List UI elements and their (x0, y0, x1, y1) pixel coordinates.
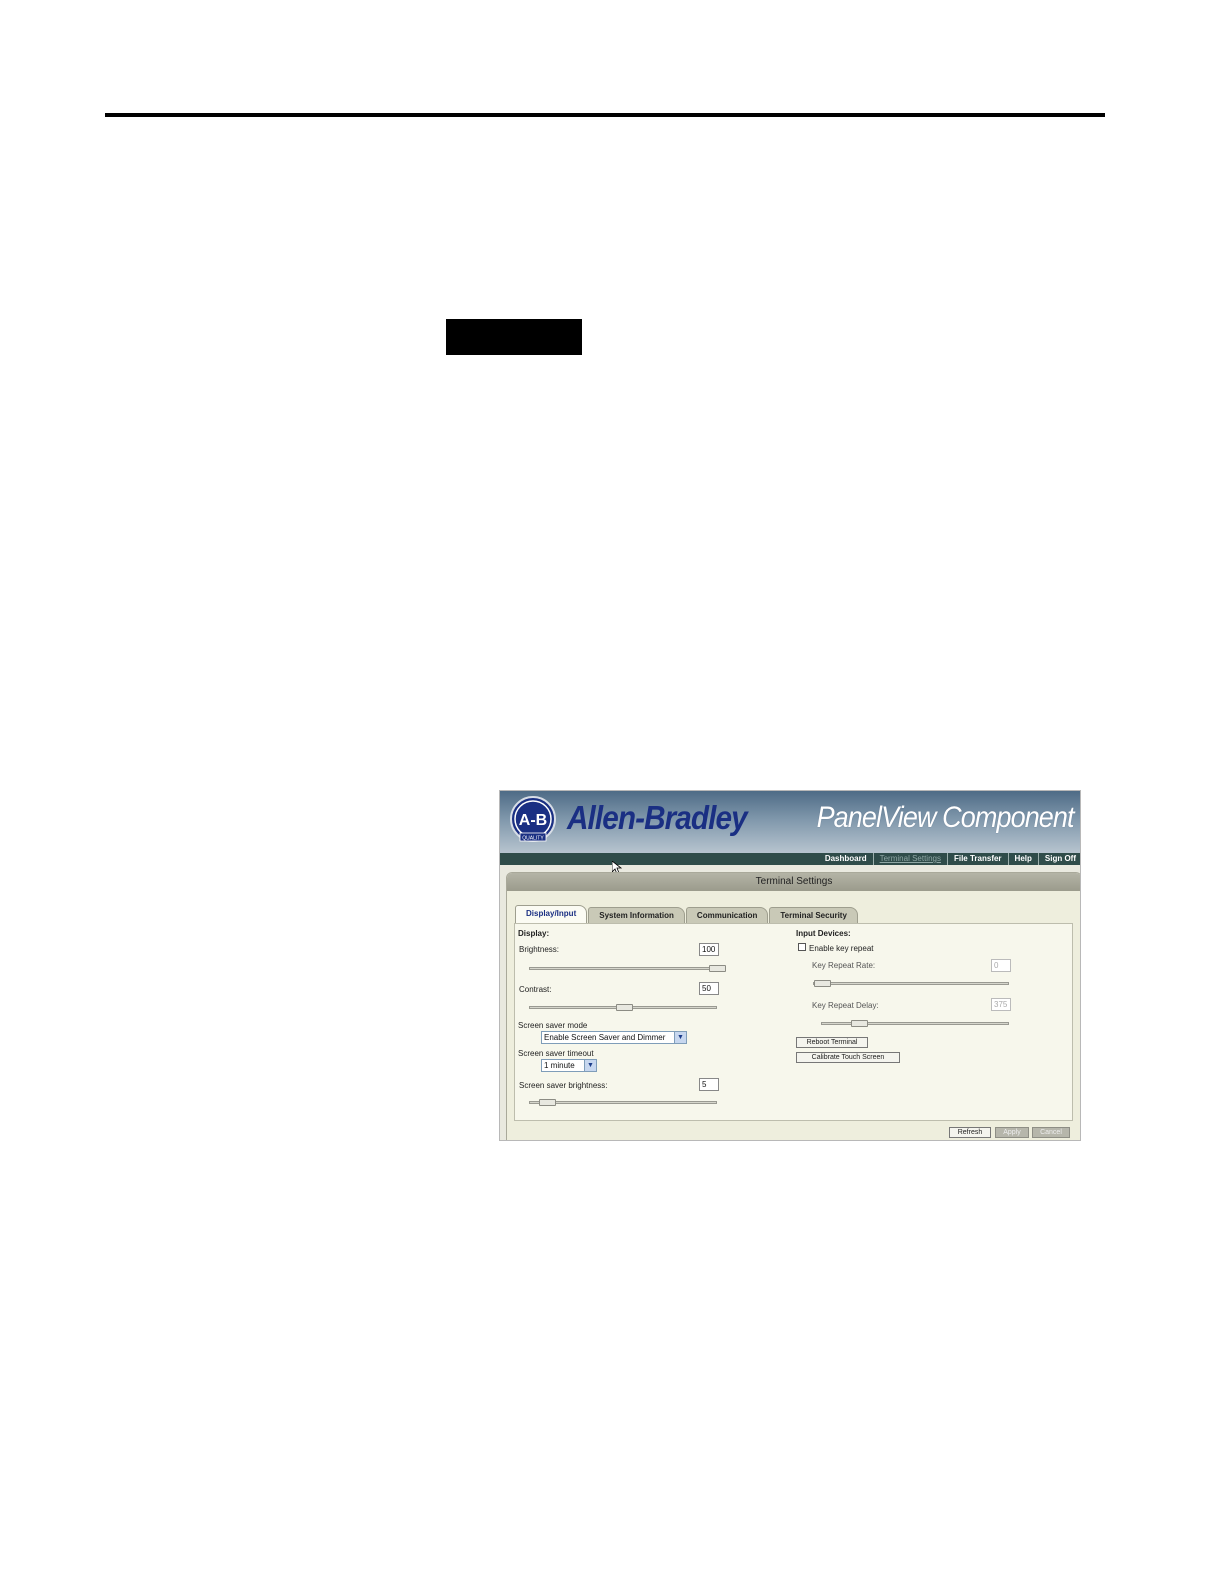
key-repeat-rate-input[interactable]: 0 (991, 959, 1011, 972)
brightness-slider-thumb[interactable] (709, 965, 726, 972)
contrast-slider[interactable] (529, 1004, 717, 1011)
brightness-label: Brightness: (519, 945, 560, 954)
key-repeat-rate-slider[interactable] (813, 980, 1009, 987)
key-repeat-rate-slider-thumb[interactable] (814, 980, 831, 987)
nav-bar: Dashboard Terminal Settings File Transfer H… (500, 853, 1080, 865)
key-repeat-delay-slider[interactable] (821, 1020, 1009, 1027)
screen-saver-brightness-label: Screen saver brightness: (519, 1081, 608, 1090)
key-repeat-delay-slider-thumb[interactable] (851, 1020, 868, 1027)
key-repeat-delay-input[interactable]: 375 (991, 998, 1011, 1011)
tab-content-display-input: Display: Brightness: 100 Contrast: 50 Sc… (514, 923, 1073, 1121)
screen-saver-brightness-slider-thumb[interactable] (539, 1099, 556, 1106)
apply-button[interactable]: Apply (995, 1127, 1029, 1138)
chevron-down-icon[interactable]: ▼ (674, 1032, 686, 1043)
contrast-slider-thumb[interactable] (616, 1004, 633, 1011)
calibrate-touch-screen-button[interactable]: Calibrate Touch Screen (796, 1052, 900, 1063)
key-repeat-delay-label: Key Repeat Delay: (812, 1001, 879, 1010)
display-section-label: Display: (518, 929, 550, 938)
nav-link-help[interactable]: Help (1007, 853, 1038, 865)
brand-name: Allen-Bradley (567, 799, 748, 836)
nav-links: Dashboard Terminal Settings File Transfer H… (819, 853, 1080, 865)
screen-saver-mode-value: Enable Screen Saver and Dimmer (544, 1033, 666, 1042)
nav-link-dashboard[interactable]: Dashboard (819, 853, 873, 865)
screen-saver-brightness-slider[interactable] (529, 1099, 717, 1106)
enable-key-repeat-label: Enable key repeat (809, 944, 874, 953)
product-name: PanelView Component (816, 801, 1075, 834)
screen-saver-timeout-value: 1 minute (544, 1061, 575, 1070)
terminal-settings-panel: Terminal Settings Display/Input System In… (506, 872, 1080, 1140)
panel-title: Terminal Settings (507, 873, 1080, 891)
key-repeat-rate-label: Key Repeat Rate: (812, 961, 876, 970)
tab-communication[interactable]: Communication (685, 907, 769, 923)
header-rule (105, 113, 1105, 117)
contrast-label: Contrast: (519, 985, 552, 994)
chevron-down-icon[interactable]: ▼ (584, 1060, 596, 1071)
brightness-slider[interactable] (529, 965, 726, 972)
screen-saver-mode-label: Screen saver mode (518, 1021, 588, 1030)
screen-saver-timeout-label: Screen saver timeout (518, 1049, 594, 1058)
tab-display-input[interactable]: Display/Input (515, 905, 588, 923)
settings-tabs: Display/Input System Information Communica… (515, 905, 859, 923)
screen-saver-mode-select[interactable]: Enable Screen Saver and Dimmer ▼ (541, 1031, 687, 1044)
screen-saver-timeout-select[interactable]: 1 minute ▼ (541, 1059, 597, 1072)
screenshot-panelview-terminal-settings: A-B QUALITY Allen-Bradley PanelView Comp… (499, 790, 1081, 1141)
redacted-block (446, 319, 582, 355)
reboot-terminal-button[interactable]: Reboot Terminal (796, 1037, 868, 1048)
tab-system-information[interactable]: System Information (588, 907, 685, 923)
logo-text: A-B (519, 812, 547, 829)
nav-link-terminal-settings[interactable]: Terminal Settings (872, 853, 947, 865)
allen-bradley-logo-icon: A-B QUALITY (510, 796, 556, 842)
tab-terminal-security[interactable]: Terminal Security (769, 907, 858, 923)
enable-key-repeat-checkbox[interactable] (798, 943, 806, 951)
brightness-input[interactable]: 100 (699, 943, 719, 956)
screen-saver-brightness-input[interactable]: 5 (699, 1078, 719, 1091)
refresh-button[interactable]: Refresh (949, 1127, 991, 1138)
app-banner: A-B QUALITY Allen-Bradley PanelView Comp… (500, 791, 1080, 853)
nav-link-file-transfer[interactable]: File Transfer (946, 853, 1008, 865)
cancel-button[interactable]: Cancel (1032, 1127, 1070, 1138)
logo-subtext: QUALITY (522, 836, 544, 842)
nav-link-sign-off[interactable]: Sign Off (1037, 853, 1080, 865)
contrast-input[interactable]: 50 (699, 982, 719, 995)
input-devices-section-label: Input Devices: (796, 929, 851, 938)
